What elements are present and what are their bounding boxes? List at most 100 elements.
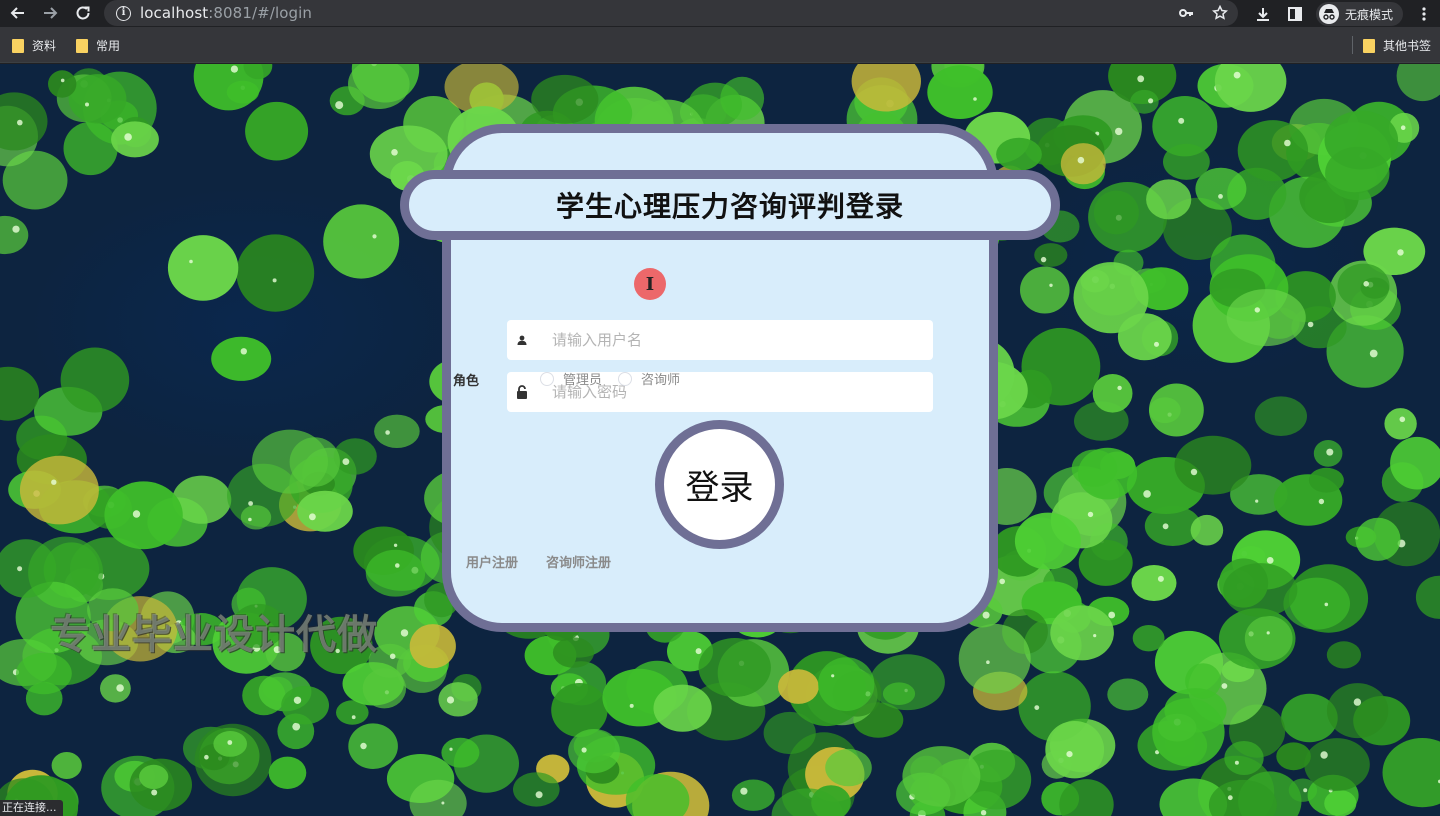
water-drop bbox=[393, 543, 398, 547]
leaf-shape bbox=[1149, 397, 1181, 424]
water-drop bbox=[695, 648, 702, 655]
water-drop bbox=[1143, 490, 1151, 498]
side-panel-icon[interactable] bbox=[1284, 3, 1306, 25]
browser-toolbar: i localhost:8081/#/login 无痕模式 bbox=[0, 0, 1440, 27]
leaf-shape bbox=[323, 204, 400, 279]
leaf-shape bbox=[1226, 289, 1306, 347]
water-drop bbox=[400, 629, 409, 637]
leaf-shape bbox=[1384, 408, 1417, 440]
water-drop bbox=[248, 517, 252, 522]
leaf-shape bbox=[552, 637, 595, 668]
water-drop bbox=[986, 660, 990, 664]
watermark-text: 专业毕业设计代做 bbox=[50, 612, 378, 658]
leaf-shape bbox=[568, 729, 620, 774]
water-drop bbox=[1324, 602, 1329, 607]
water-drop bbox=[1049, 283, 1053, 287]
download-icon[interactable] bbox=[1252, 3, 1274, 25]
other-bookmarks[interactable]: 其他书签 bbox=[1363, 37, 1431, 54]
leaf-shape bbox=[19, 455, 99, 525]
other-bookmarks-label: 其他书签 bbox=[1383, 39, 1432, 53]
login-button[interactable]: 登录 bbox=[655, 420, 784, 549]
leaf-shape bbox=[1130, 89, 1159, 114]
water-drop bbox=[389, 653, 396, 660]
water-drop bbox=[60, 78, 65, 83]
bookmark-label: 资料 bbox=[32, 39, 57, 53]
leaf-shape bbox=[1324, 110, 1399, 170]
leaf-shape bbox=[958, 623, 1031, 694]
password-input[interactable] bbox=[552, 383, 912, 401]
water-drop bbox=[1320, 751, 1328, 759]
username-field[interactable] bbox=[507, 320, 933, 360]
water-drop bbox=[1303, 788, 1308, 793]
water-drop bbox=[17, 566, 23, 572]
water-drop bbox=[292, 722, 301, 731]
bookmarks-bar: 资料 常用 其他书签 bbox=[0, 27, 1440, 63]
reload-icon[interactable] bbox=[71, 1, 95, 25]
leaf-shape bbox=[1020, 266, 1070, 314]
counselor-register-link[interactable]: 咨询师注册 bbox=[546, 552, 611, 571]
incognito-badge[interactable]: 无痕模式 bbox=[1316, 2, 1404, 26]
water-drop bbox=[581, 747, 587, 753]
water-drop bbox=[1148, 98, 1154, 104]
menu-dots-icon[interactable] bbox=[1413, 3, 1435, 25]
water-drop bbox=[204, 754, 209, 760]
folder-icon bbox=[76, 38, 88, 53]
leaf-shape bbox=[1254, 396, 1307, 437]
leaf-shape bbox=[25, 681, 63, 716]
leaf-shape bbox=[1152, 698, 1225, 767]
water-drop bbox=[1108, 611, 1116, 619]
leaf-shape bbox=[289, 437, 340, 487]
url-text[interactable]: localhost:8081/#/login bbox=[140, 4, 312, 22]
water-drop bbox=[1093, 634, 1097, 638]
water-drop bbox=[1318, 498, 1325, 505]
water-drop bbox=[385, 430, 390, 435]
leaf-shape bbox=[1337, 263, 1390, 309]
username-input[interactable] bbox=[552, 331, 912, 349]
leaf-shape bbox=[531, 74, 599, 124]
page-title: 学生心理压力咨询评判登录 bbox=[555, 190, 904, 223]
role-radio-admin[interactable]: 管理员 bbox=[540, 369, 602, 388]
bookmark-folder-1[interactable]: 资料 bbox=[12, 37, 56, 54]
bookmark-star-icon[interactable] bbox=[1210, 3, 1230, 23]
leaf-shape bbox=[1190, 514, 1224, 546]
leaf-shape bbox=[211, 336, 272, 381]
leaf-shape bbox=[825, 748, 872, 787]
role-radio-counselor[interactable]: 咨询师 bbox=[618, 369, 680, 388]
leaf-shape bbox=[100, 674, 131, 703]
leaf-shape bbox=[281, 685, 329, 725]
water-drop bbox=[1234, 760, 1239, 765]
water-drop bbox=[535, 791, 543, 799]
leaf-shape bbox=[1185, 663, 1222, 699]
leaf-shape bbox=[1174, 435, 1252, 495]
radio-circle[interactable] bbox=[540, 371, 554, 386]
leaf-shape bbox=[869, 654, 945, 711]
leaf-shape bbox=[0, 366, 40, 421]
water-drop bbox=[391, 149, 398, 156]
water-drop bbox=[1066, 751, 1073, 758]
water-drop bbox=[1137, 75, 1145, 83]
bookmark-folder-2[interactable]: 常用 bbox=[76, 37, 120, 54]
leaf-shape bbox=[240, 505, 272, 530]
radio-circle[interactable] bbox=[618, 371, 632, 386]
back-icon[interactable] bbox=[6, 1, 30, 25]
leaf-shape bbox=[63, 121, 118, 176]
leaf-shape bbox=[104, 481, 183, 550]
user-register-link[interactable]: 用户注册 bbox=[466, 552, 518, 571]
leaf-shape bbox=[51, 752, 82, 779]
water-drop bbox=[85, 102, 89, 107]
site-info-icon[interactable]: i bbox=[116, 5, 131, 21]
leaf-shape bbox=[902, 746, 981, 807]
incognito-icon bbox=[1319, 4, 1339, 24]
water-drop bbox=[1154, 341, 1159, 347]
water-drop bbox=[1255, 499, 1259, 503]
text-cursor-icon: I bbox=[634, 268, 666, 300]
water-drop bbox=[1284, 139, 1291, 147]
forward-icon[interactable] bbox=[38, 1, 62, 25]
leaf-shape bbox=[333, 438, 377, 475]
key-icon[interactable] bbox=[1176, 3, 1196, 23]
address-bar[interactable]: i localhost:8081/#/login bbox=[104, 0, 1238, 26]
water-drop bbox=[1266, 557, 1274, 564]
leaf-shape bbox=[1045, 721, 1105, 779]
water-drop bbox=[1218, 194, 1223, 199]
leaf-shape bbox=[1093, 190, 1139, 235]
